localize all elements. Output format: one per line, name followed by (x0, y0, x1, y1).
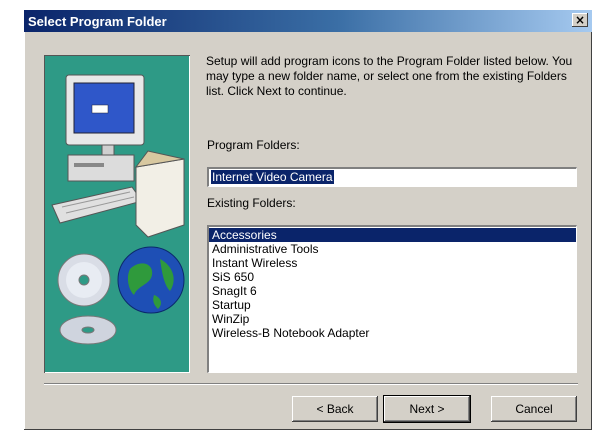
list-item[interactable]: Instant Wireless (209, 256, 576, 270)
list-item[interactable]: WinZip (209, 312, 576, 326)
close-icon: × (574, 13, 586, 27)
list-item[interactable]: SiS 650 (209, 270, 576, 284)
dialog-title: Select Program Folder (28, 13, 167, 29)
existing-folders-list[interactable]: Accessories Administrative Tools Instant… (207, 225, 577, 373)
list-item[interactable]: Wireless-B Notebook Adapter (209, 326, 576, 340)
instructions-text: Setup will add program icons to the Prog… (206, 54, 573, 98)
title-bar: Select Program Folder × (24, 10, 592, 32)
program-folder-value: Internet Video Camera (211, 170, 334, 184)
list-item[interactable]: Administrative Tools (209, 242, 576, 256)
existing-folders-label: Existing Folders: (207, 196, 296, 210)
cancel-button[interactable]: Cancel (491, 396, 577, 422)
list-item[interactable]: SnagIt 6 (209, 284, 576, 298)
program-folder-input[interactable]: Internet Video Camera (207, 167, 577, 187)
cd-disc-icon (57, 253, 111, 307)
program-folders-label: Program Folders: (207, 138, 300, 152)
list-item[interactable]: Accessories (209, 228, 576, 242)
select-program-folder-dialog: Select Program Folder × Setup will add p… (24, 10, 592, 430)
setup-illustration-panel (44, 55, 190, 373)
next-button[interactable]: Next > (383, 395, 471, 423)
close-button[interactable]: × (572, 13, 588, 27)
cd-disc-icon-2 (59, 315, 117, 345)
back-button[interactable]: < Back (292, 396, 378, 422)
list-item[interactable]: Startup (209, 298, 576, 312)
globe-icon (117, 246, 185, 314)
button-divider (44, 383, 578, 385)
